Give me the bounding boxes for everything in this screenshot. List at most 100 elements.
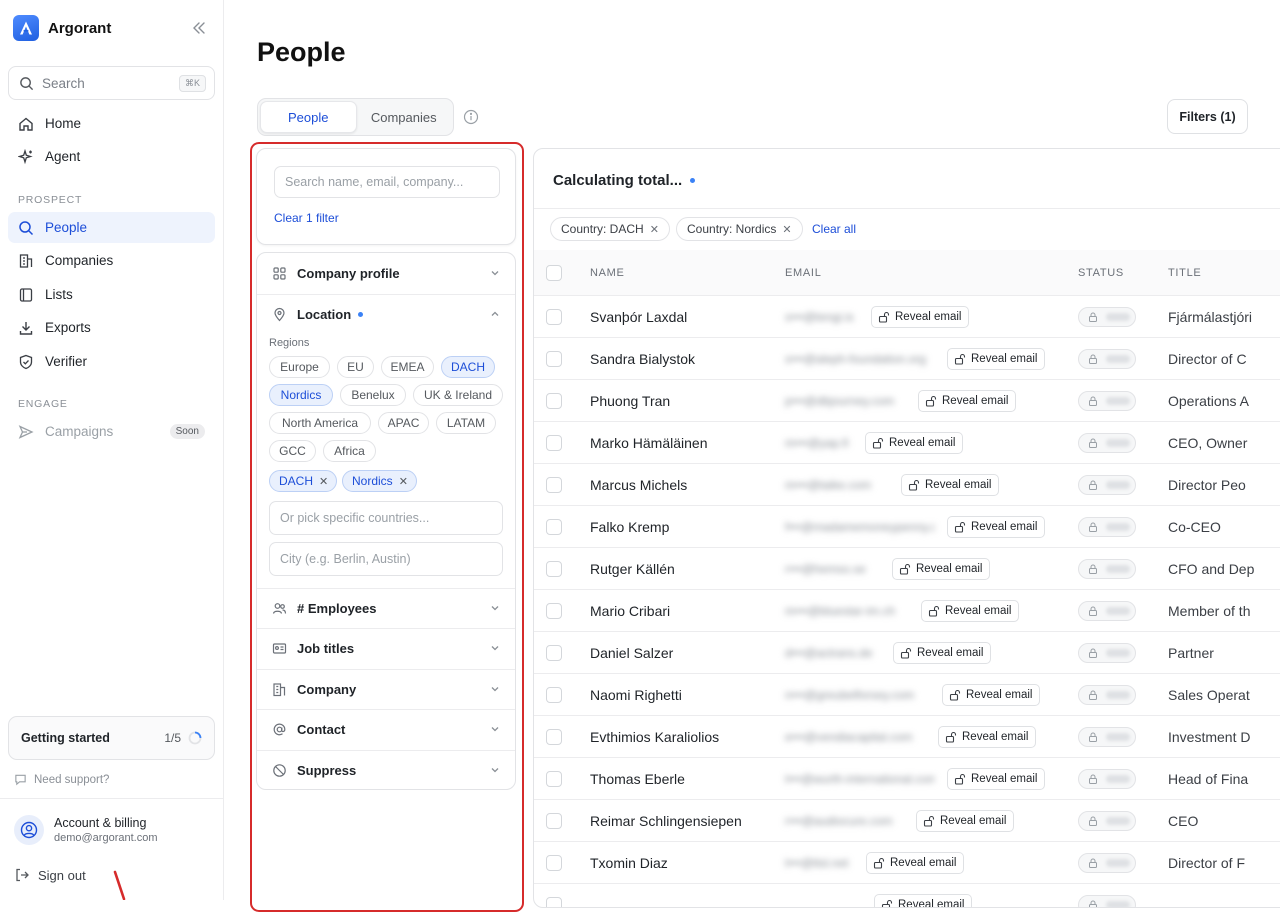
status-blur	[1106, 355, 1130, 363]
reveal-email-button[interactable]: Reveal email	[938, 726, 1037, 748]
row-checkbox[interactable]	[546, 561, 562, 577]
reveal-email-label: Reveal email	[916, 563, 983, 575]
remove-icon[interactable]: ✕	[782, 223, 791, 236]
person-name[interactable]: Evthimios Karaliolios	[590, 729, 719, 745]
reveal-email-button[interactable]: Reveal email	[942, 684, 1041, 706]
reveal-email-button[interactable]: Reveal email	[947, 348, 1046, 370]
person-name[interactable]: Falko Kremp	[590, 519, 669, 535]
account-billing[interactable]: Account & billing demo@argorant.com	[14, 815, 158, 845]
need-support-link[interactable]: Need support?	[14, 773, 109, 786]
person-title: Investment D	[1168, 729, 1251, 745]
unlock-icon	[954, 773, 966, 785]
row-checkbox[interactable]	[546, 855, 562, 871]
table-row[interactable]: Falko Kremp f•••@madamemoneypenny.de Revea…	[534, 506, 1280, 548]
nav-verifier[interactable]: Verifier	[8, 346, 215, 377]
filter-pill-dach[interactable]: Country: DACH ✕	[550, 217, 670, 241]
collapse-sidebar-icon[interactable]	[190, 19, 208, 37]
reveal-email-button[interactable]: Reveal email	[874, 894, 973, 907]
nav-home[interactable]: Home	[8, 108, 215, 139]
nav-campaigns[interactable]: Campaigns Soon	[8, 416, 215, 447]
row-checkbox[interactable]	[546, 729, 562, 745]
sidebar-search[interactable]: Search ⌘K	[8, 66, 215, 100]
person-name[interactable]: Daniel Salzer	[590, 645, 673, 661]
person-name[interactable]: Marko Hämäläinen	[590, 435, 708, 451]
person-name[interactable]: Marcus Michels	[590, 477, 687, 493]
reveal-email-button[interactable]: Reveal email	[866, 852, 965, 874]
tab-people[interactable]: People	[260, 101, 357, 133]
nav-lists[interactable]: Lists	[8, 279, 215, 310]
app-name: Argorant	[48, 19, 112, 37]
remove-icon[interactable]: ✕	[650, 223, 659, 236]
person-name[interactable]: Sandra Bialystok	[590, 351, 695, 367]
select-all-checkbox[interactable]	[546, 265, 562, 281]
masked-email: f•••@madamemoneypenny.de	[785, 520, 935, 534]
row-checkbox[interactable]	[546, 435, 562, 451]
row-checkbox[interactable]	[546, 477, 562, 493]
nav-people[interactable]: People	[8, 212, 215, 243]
table-row[interactable]: Sandra Bialystok s•••@aleph-foundation.or…	[534, 338, 1280, 380]
reveal-email-button[interactable]: Reveal email	[865, 432, 964, 454]
reveal-email-button[interactable]: Reveal email	[947, 516, 1046, 538]
row-checkbox[interactable]	[546, 897, 562, 907]
table-row[interactable]: Rutger Källén r•••@hemso.se Reveal email CF…	[534, 548, 1280, 590]
table-row[interactable]: Txomin Diaz t•••@ttsl.net Reveal email Dire…	[534, 842, 1280, 884]
person-name[interactable]: Svanþór Laxdal	[590, 309, 687, 325]
table-row[interactable]: Thomas Eberle t•••@wurth-international.co…	[534, 758, 1280, 800]
reveal-email-button[interactable]: Reveal email	[893, 642, 992, 664]
reveal-email-button[interactable]: Reveal email	[892, 558, 991, 580]
nav-companies-label: Companies	[45, 253, 114, 268]
table-row[interactable]: Phuong Tran p•••@dbjourney.com Reveal emai…	[534, 380, 1280, 422]
row-checkbox[interactable]	[546, 603, 562, 619]
reveal-email-button[interactable]: Reveal email	[901, 474, 1000, 496]
person-name[interactable]: Phuong Tran	[590, 393, 670, 409]
row-checkbox[interactable]	[546, 351, 562, 367]
table-row[interactable]: Evthimios Karaliolios e•••@vendiacapital.…	[534, 716, 1280, 758]
reveal-email-button[interactable]: Reveal email	[871, 306, 970, 328]
table-row[interactable]: Reveal email	[534, 884, 1280, 907]
brand[interactable]: Argorant	[13, 15, 111, 41]
status-badge	[1078, 391, 1136, 411]
table-row[interactable]: Reimar Schlingensiepen r•••@audiocure.com…	[534, 800, 1280, 842]
tab-companies[interactable]: Companies	[357, 101, 452, 133]
person-name[interactable]: Thomas Eberle	[590, 771, 685, 787]
reveal-email-button[interactable]: Reveal email	[918, 390, 1017, 412]
table-row[interactable]: Marko Hämäläinen m•••@yap.fi Reveal email C…	[534, 422, 1280, 464]
reveal-email-button[interactable]: Reveal email	[921, 600, 1020, 622]
column-title[interactable]: TITLE	[1168, 267, 1201, 279]
unlock-icon	[945, 731, 957, 743]
row-checkbox[interactable]	[546, 645, 562, 661]
clear-all-link[interactable]: Clear all	[812, 222, 856, 236]
status-badge	[1078, 307, 1136, 327]
table-row[interactable]: Svanþór Laxdal s•••@tengi.is Reveal email F…	[534, 296, 1280, 338]
reveal-email-button[interactable]: Reveal email	[916, 810, 1015, 832]
nav-agent[interactable]: Agent	[8, 141, 215, 172]
column-status[interactable]: STATUS	[1078, 267, 1124, 279]
nav-exports[interactable]: Exports	[8, 312, 215, 343]
person-name[interactable]: Txomin Diaz	[590, 855, 668, 871]
table-row[interactable]: Naomi Righetti n•••@greubelforsey.com Reve…	[534, 674, 1280, 716]
row-checkbox[interactable]	[546, 519, 562, 535]
column-name[interactable]: NAME	[590, 267, 625, 279]
row-checkbox[interactable]	[546, 687, 562, 703]
column-email[interactable]: EMAIL	[785, 267, 822, 279]
reveal-email-button[interactable]: Reveal email	[947, 768, 1046, 790]
info-icon[interactable]	[463, 109, 479, 125]
person-name[interactable]: Rutger Källén	[590, 561, 675, 577]
filter-pill-nordics[interactable]: Country: Nordics ✕	[676, 217, 803, 241]
row-checkbox[interactable]	[546, 309, 562, 325]
row-checkbox[interactable]	[546, 771, 562, 787]
getting-started-card[interactable]: Getting started 1/5	[8, 716, 215, 760]
table-row[interactable]: Daniel Salzer d•••@actrans.de Reveal email…	[534, 632, 1280, 674]
table-header: NAME EMAIL STATUS TITLE	[534, 250, 1280, 296]
person-name[interactable]: Naomi Righetti	[590, 687, 682, 703]
table-row[interactable]: Mario Cribari m•••@bluestar-im.ch Reveal e…	[534, 590, 1280, 632]
person-name[interactable]: Mario Cribari	[590, 603, 670, 619]
sign-out-button[interactable]: Sign out	[14, 867, 86, 883]
row-checkbox[interactable]	[546, 813, 562, 829]
table-row[interactable]: Marcus Michels m•••@taike.com Reveal email…	[534, 464, 1280, 506]
person-name[interactable]: Reimar Schlingensiepen	[590, 813, 742, 829]
nav-companies[interactable]: Companies	[8, 245, 215, 276]
unlock-icon	[908, 479, 920, 491]
filters-button[interactable]: Filters (1)	[1167, 99, 1248, 134]
row-checkbox[interactable]	[546, 393, 562, 409]
